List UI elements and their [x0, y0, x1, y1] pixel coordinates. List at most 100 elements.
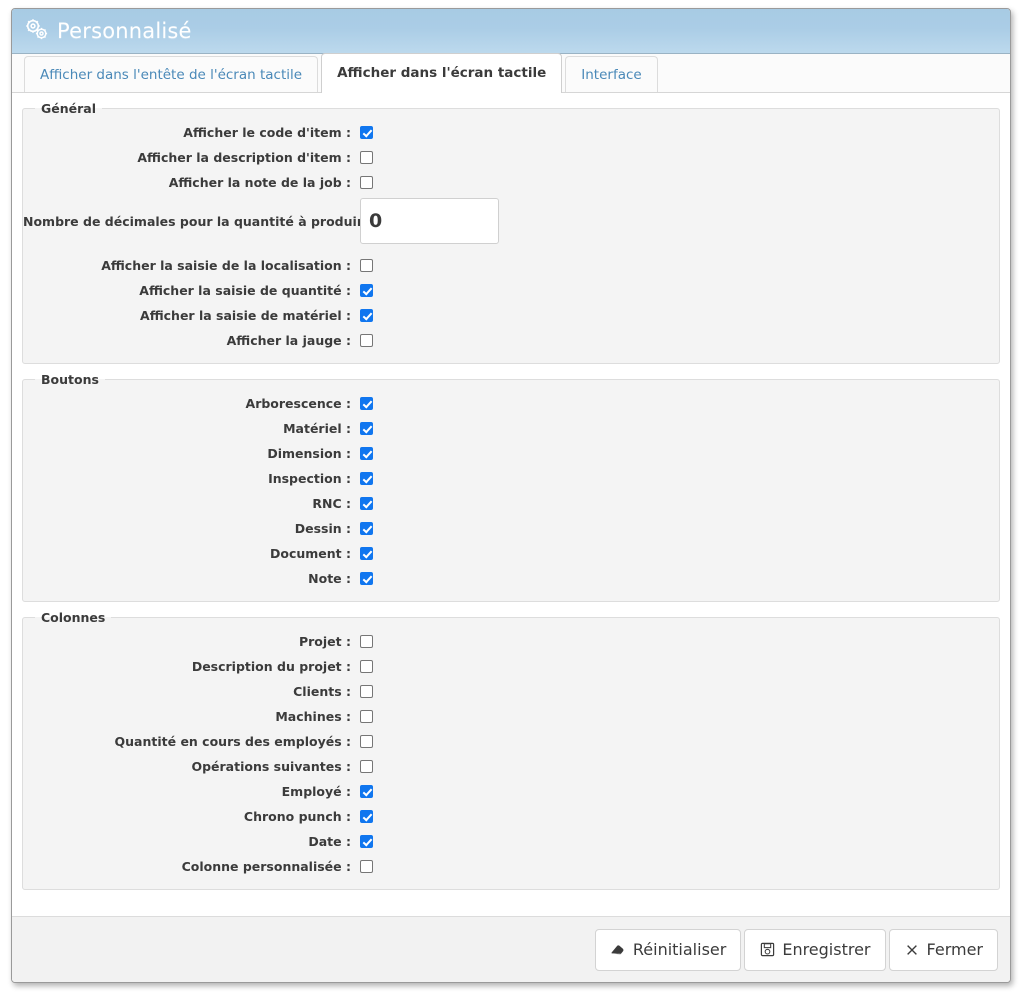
label-column-project-description: Description du projet :	[191, 659, 351, 674]
label-column-custom: Colonne personnalisée :	[181, 859, 351, 874]
label-show-quantity-entry: Afficher la saisie de quantité :	[139, 283, 351, 298]
close-button[interactable]: Fermer	[888, 928, 998, 971]
row-column-chrono-punch: Chrono punch :	[23, 804, 999, 829]
label-show-location-entry: Afficher la saisie de la localisation :	[101, 258, 351, 273]
section-boutons-legend: Boutons	[41, 372, 99, 387]
label-button-tree: Arborescence :	[245, 396, 351, 411]
section-boutons: Boutons Arborescence : Matériel : Dimens…	[22, 372, 1000, 602]
checkbox-column-project-description[interactable]	[360, 660, 373, 673]
dialog-title: Personnalisé	[57, 18, 192, 43]
row-button-note: Note :	[23, 566, 999, 591]
checkbox-button-document[interactable]	[360, 547, 373, 560]
checkbox-column-chrono-punch[interactable]	[360, 810, 373, 823]
checkbox-show-location-entry[interactable]	[360, 259, 373, 272]
checkbox-button-note[interactable]	[360, 572, 373, 585]
floppy-disk-icon	[759, 942, 775, 958]
checkbox-column-date[interactable]	[360, 835, 373, 848]
reset-button-label: Réinitialiser	[632, 940, 727, 959]
checkbox-button-material[interactable]	[360, 422, 373, 435]
label-button-inspection: Inspection :	[268, 471, 351, 486]
row-button-rnc: RNC :	[23, 491, 999, 516]
row-button-material: Matériel :	[23, 416, 999, 441]
close-x-icon	[904, 942, 920, 958]
row-column-clients: Clients :	[23, 679, 999, 704]
row-decimals-quantity: Nombre de décimales pour la quantité à p…	[23, 195, 999, 247]
dialog-footer: Réinitialiser Enregistrer Fermer	[12, 916, 1010, 982]
row-column-date: Date :	[23, 829, 999, 854]
eraser-icon	[610, 942, 626, 958]
section-colonnes-legend: Colonnes	[41, 610, 106, 625]
tab-bar: Afficher dans l'entête de l'écran tactil…	[12, 53, 1010, 93]
label-button-note: Note :	[308, 571, 351, 586]
checkbox-button-inspection[interactable]	[360, 472, 373, 485]
personnalise-dialog: Personnalisé Afficher dans l'entête de l…	[11, 8, 1011, 983]
checkbox-column-project[interactable]	[360, 635, 373, 648]
checkbox-show-material-entry[interactable]	[360, 309, 373, 322]
label-show-gauge: Afficher la jauge :	[226, 333, 351, 348]
row-column-machines: Machines :	[23, 704, 999, 729]
section-colonnes: Colonnes Projet : Description du projet …	[22, 610, 1000, 890]
row-show-location-entry: Afficher la saisie de la localisation :	[23, 253, 999, 278]
checkbox-column-clients[interactable]	[360, 685, 373, 698]
label-show-item-description: Afficher la description d'item :	[137, 150, 351, 165]
dialog-titlebar: Personnalisé	[12, 9, 1010, 54]
section-general: Général Afficher le code d'item : Affich…	[22, 101, 1000, 364]
checkbox-show-gauge[interactable]	[360, 334, 373, 347]
checkbox-column-machines[interactable]	[360, 710, 373, 723]
checkbox-button-drawing[interactable]	[360, 522, 373, 535]
tab-afficher-entete[interactable]: Afficher dans l'entête de l'écran tactil…	[24, 56, 319, 92]
label-column-next-operations: Opérations suivantes :	[191, 759, 351, 774]
checkbox-button-tree[interactable]	[360, 397, 373, 410]
row-show-item-description: Afficher la description d'item :	[23, 145, 999, 170]
row-column-project-description: Description du projet :	[23, 654, 999, 679]
label-show-item-code: Afficher le code d'item :	[183, 125, 351, 140]
label-column-date: Date :	[308, 834, 351, 849]
label-button-material: Matériel :	[283, 421, 351, 436]
row-show-material-entry: Afficher la saisie de matériel :	[23, 303, 999, 328]
label-column-clients: Clients :	[293, 684, 351, 699]
checkbox-show-job-note[interactable]	[360, 176, 373, 189]
reset-button[interactable]: Réinitialiser	[594, 928, 742, 971]
tab-afficher-ecran-tactile[interactable]: Afficher dans l'écran tactile	[321, 53, 563, 93]
row-button-dimension: Dimension :	[23, 441, 999, 466]
dialog-body: Général Afficher le code d'item : Affich…	[12, 93, 1010, 916]
label-column-project: Projet :	[298, 634, 351, 649]
row-button-tree: Arborescence :	[23, 391, 999, 416]
checkbox-button-dimension[interactable]	[360, 447, 373, 460]
row-show-quantity-entry: Afficher la saisie de quantité :	[23, 278, 999, 303]
row-show-item-code: Afficher le code d'item :	[23, 120, 999, 145]
save-button[interactable]: Enregistrer	[744, 928, 886, 971]
tab-interface[interactable]: Interface	[565, 56, 658, 92]
label-column-chrono-punch: Chrono punch :	[243, 809, 351, 824]
section-general-legend: Général	[41, 101, 96, 116]
label-column-employee-wip-quantity: Quantité en cours des employés :	[114, 734, 351, 749]
checkbox-column-next-operations[interactable]	[360, 760, 373, 773]
label-decimals-quantity: Nombre de décimales pour la quantité à p…	[23, 213, 381, 229]
row-show-gauge: Afficher la jauge :	[23, 328, 999, 353]
label-show-job-note: Afficher la note de la job :	[168, 175, 351, 190]
decimals-quantity-input[interactable]	[360, 198, 499, 244]
label-button-rnc: RNC :	[312, 496, 351, 511]
label-show-material-entry: Afficher la saisie de matériel :	[140, 308, 351, 323]
checkbox-column-employee-wip-quantity[interactable]	[360, 735, 373, 748]
row-column-project: Projet :	[23, 629, 999, 654]
gears-icon	[24, 17, 50, 43]
label-column-employee: Employé :	[281, 784, 351, 799]
checkbox-column-custom[interactable]	[360, 860, 373, 873]
checkbox-show-item-description[interactable]	[360, 151, 373, 164]
row-column-next-operations: Opérations suivantes :	[23, 754, 999, 779]
row-column-custom: Colonne personnalisée :	[23, 854, 999, 879]
row-column-employee: Employé :	[23, 779, 999, 804]
label-button-drawing: Dessin :	[294, 521, 351, 536]
row-column-employee-wip-quantity: Quantité en cours des employés :	[23, 729, 999, 754]
label-column-machines: Machines :	[275, 709, 351, 724]
row-button-drawing: Dessin :	[23, 516, 999, 541]
checkbox-column-employee[interactable]	[360, 785, 373, 798]
checkbox-show-quantity-entry[interactable]	[360, 284, 373, 297]
row-button-document: Document :	[23, 541, 999, 566]
row-button-inspection: Inspection :	[23, 466, 999, 491]
checkbox-show-item-code[interactable]	[360, 126, 373, 139]
checkbox-button-rnc[interactable]	[360, 497, 373, 510]
label-button-document: Document :	[270, 546, 351, 561]
save-button-label: Enregistrer	[782, 940, 871, 959]
